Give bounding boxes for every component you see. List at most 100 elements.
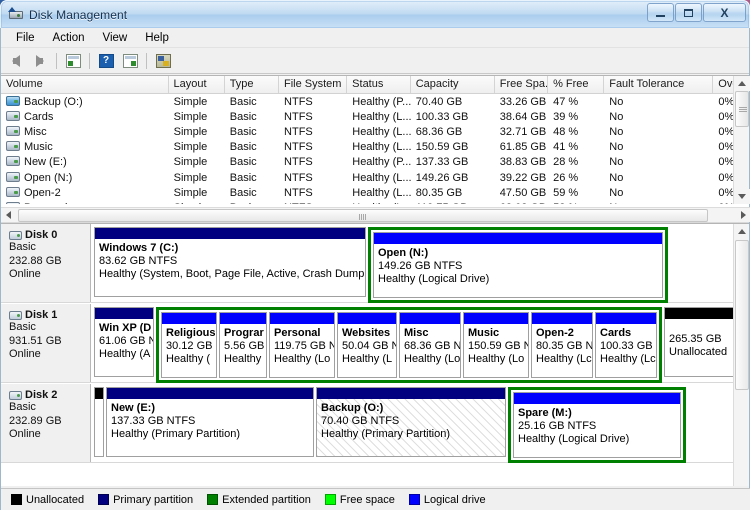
back-button[interactable] (5, 50, 27, 72)
partition-label: Personal 119.75 GB N Healthy (Lo (270, 324, 334, 366)
menu-view[interactable]: View (94, 30, 137, 46)
disk-icon (9, 230, 22, 240)
table-row[interactable]: Open (N:) Simple Basic NTFS Healthy (L... 149… (1, 170, 749, 185)
column-header-free-spa[interactable]: Free Spa... (495, 76, 549, 93)
extended-partition-container[interactable]: Open (N:) 149.26 GB NTFS Healthy (Logical … (368, 227, 668, 303)
disk-row: Disk 1 Basic 931.51 GB Online Win XP (D 61.06… (1, 304, 749, 383)
table-row[interactable]: Cards Simple Basic NTFS Healthy (L... 100.33 … (1, 109, 749, 124)
partition-label: Cards 100.33 GB I Healthy (Lc (596, 324, 656, 366)
volume-label: Cards (24, 110, 54, 123)
partition-label: Music 150.59 GB N Healthy (Lo (464, 324, 528, 366)
partition-block[interactable]: New (E:) 137.33 GB NTFS Healthy (Primary P… (106, 387, 314, 457)
table-row[interactable]: Personal SimpleBasicNTFSHealthy (L ...119… (1, 200, 749, 204)
disk-kind: Basic (9, 321, 36, 333)
window-controls: X (647, 3, 746, 22)
table-row[interactable]: Music Simple Basic NTFS Healthy (L... 150.59 … (1, 140, 749, 155)
scroll-left-button[interactable] (1, 208, 16, 223)
partition-block[interactable]: Cards 100.33 GB I Healthy (Lc (595, 312, 657, 378)
graph-scroll-up-button[interactable] (734, 224, 749, 239)
close-button[interactable]: X (703, 3, 746, 22)
volume-name-cell: Open (N:) (1, 171, 169, 184)
disk-icon (9, 390, 22, 400)
partition-status: Healthy (Primary Partition) (321, 428, 450, 440)
volume-label: Open (N:) (24, 171, 73, 184)
chevron-up-icon (738, 81, 746, 86)
partition-block[interactable]: 265.35 GB Unallocated (664, 307, 744, 377)
disk-info-panel[interactable]: Disk 1 Basic 931.51 GB Online (1, 304, 91, 382)
disk-info-panel[interactable]: Disk 0 Basic 232.88 GB Online (1, 224, 91, 302)
partition-size: 149.26 GB NTFS (378, 260, 463, 272)
minimize-icon (656, 14, 665, 17)
menu-help[interactable]: Help (136, 30, 178, 46)
table-row[interactable]: New (E:) Simple Basic NTFS Healthy (P... 137.… (1, 155, 749, 170)
cell-fault: No (609, 171, 624, 184)
cell-status: Healthy (P... (352, 156, 411, 169)
help-button[interactable]: ? (95, 50, 117, 72)
column-header-fault-tolerance[interactable]: Fault Tolerance (604, 76, 714, 93)
horizontal-scroll-track[interactable] (16, 208, 736, 223)
partition-block[interactable]: Open (N:) 149.26 GB NTFS Healthy (Logical … (373, 232, 663, 298)
extended-partition-container[interactable]: Religious 30.12 GB Healthy (Prograr 5.56 GB… (156, 307, 662, 383)
horizontal-scroll-thumb[interactable] (18, 208, 708, 222)
show-hide-action-pane-button[interactable] (119, 50, 141, 72)
graphical-view-scrollbar[interactable] (733, 224, 749, 486)
partition-block[interactable]: Open-280.35 GB NTHealthy (Lc (531, 312, 593, 378)
volume-list-body: Backup (O:) Simple Basic NTFS Healthy (P... 7… (1, 94, 749, 204)
partition-block[interactable]: Websites 50.04 GB N Healthy (L (337, 312, 397, 378)
drive-icon (6, 156, 20, 167)
partition-block[interactable]: Windows 7 (C:) 83.62 GB NTFS Healthy (Syst… (94, 227, 366, 297)
partition-block[interactable]: Prograr 5.56 GB Healthy (219, 312, 267, 378)
partition-block[interactable]: Spare (M:) 25.16 GB NTFS Healthy (Logical … (513, 392, 681, 458)
column-header-volume[interactable]: Volume (1, 76, 169, 93)
extended-partition-container[interactable]: Spare (M:) 25.16 GB NTFS Healthy (Logical … (508, 387, 686, 463)
scroll-down-button[interactable] (734, 189, 750, 204)
partition-color-bar (317, 388, 505, 399)
column-header-free[interactable]: % Free (548, 76, 605, 93)
partition-status: Healthy (L (342, 353, 393, 365)
table-row[interactable]: Misc Simple Basic NTFS Healthy (L... 68.36 GB… (1, 124, 749, 139)
partition-block[interactable]: Win XP (D 61.06 GB N Healthy (A (94, 307, 154, 377)
disk-info-panel[interactable]: Disk 2 Basic 232.89 GB Online (1, 384, 91, 462)
column-header-type[interactable]: Type (225, 76, 279, 93)
partition-size: 100.33 GB I (600, 340, 656, 352)
disk-size: 931.51 GB (9, 334, 62, 347)
menu-bar: File Action View Help (1, 28, 749, 48)
partition-block[interactable]: Backup (O:) 70.40 GB NTFS Healthy (Primary… (316, 387, 506, 457)
menu-file[interactable]: File (7, 30, 44, 46)
cell-type: Basic (225, 202, 279, 204)
scroll-up-button[interactable] (734, 76, 750, 91)
column-header-file-system[interactable]: File System (279, 76, 348, 93)
partition-color-bar (532, 313, 592, 324)
partition-block[interactable]: Personal 119.75 GB N Healthy (Lo (269, 312, 335, 378)
show-hide-console-tree-button[interactable] (62, 50, 84, 72)
partition-block[interactable]: Misc 68.36 GB N Healthy (Lo (399, 312, 461, 378)
cell-status: Healthy (L... (352, 141, 411, 154)
scroll-right-button[interactable] (736, 208, 750, 223)
partition-block[interactable]: Music 150.59 GB N Healthy (Lo (463, 312, 529, 378)
menu-action[interactable]: Action (44, 30, 94, 46)
table-row[interactable]: Backup (O:) Simple Basic NTFS Healthy (P... 7… (1, 94, 749, 109)
rescan-disks-button[interactable] (152, 50, 174, 72)
vertical-scroll-thumb[interactable] (735, 91, 749, 127)
volume-list-horizontal-scrollbar[interactable] (1, 207, 750, 222)
cell-layout: Simple (169, 202, 225, 204)
maximize-icon (684, 8, 693, 17)
screen: Disk Management X File Action View Help (0, 0, 750, 510)
column-header-capacity[interactable]: Capacity (411, 76, 495, 93)
title-bar[interactable]: Disk Management X (0, 0, 750, 28)
partition-block[interactable] (94, 387, 104, 457)
column-header-layout[interactable]: Layout (169, 76, 225, 93)
graph-scroll-thumb[interactable] (735, 240, 749, 390)
table-row[interactable]: Open-2 Simple Basic NTFS Healthy (L... 80.35 … (1, 185, 749, 200)
partition-label: New (E:) 137.33 GB NTFS Healthy (Primary P… (107, 399, 313, 441)
cell-type: Basic (229, 171, 257, 184)
maximize-button[interactable] (675, 3, 702, 22)
column-header-status[interactable]: Status (347, 76, 411, 93)
partition-status: Healthy (System, Boot, Page File, Active… (99, 268, 365, 280)
forward-button[interactable] (29, 50, 51, 72)
volume-list-vertical-scrollbar[interactable] (733, 76, 750, 204)
cell-status: Healthy (L ... (347, 202, 411, 204)
partition-color-bar (514, 393, 680, 404)
minimize-button[interactable] (647, 3, 674, 22)
partition-block[interactable]: Religious 30.12 GB Healthy ( (161, 312, 217, 378)
